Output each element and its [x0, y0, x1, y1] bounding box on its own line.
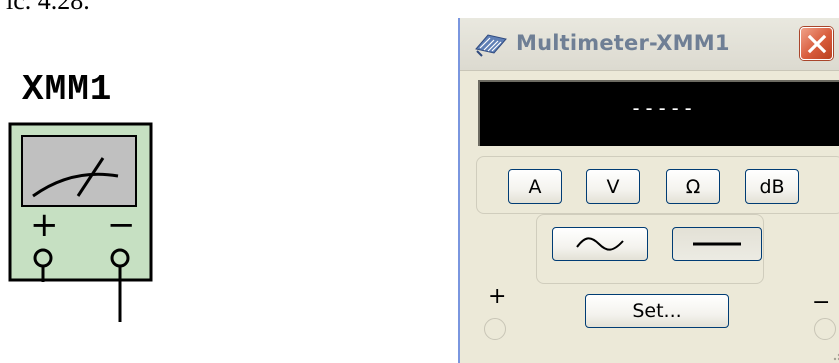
ohmmeter-button[interactable]: Ω [666, 169, 720, 204]
voltmeter-button[interactable]: V [586, 169, 640, 204]
symbol-plus-sign: + [30, 205, 59, 245]
close-button[interactable] [800, 27, 833, 60]
decibel-button[interactable]: dB [745, 169, 799, 204]
multimeter-schematic-symbol[interactable]: + − [0, 110, 170, 325]
plus-terminal-label: + [488, 284, 507, 309]
minus-terminal-label: − [812, 290, 831, 315]
minus-terminal[interactable] [814, 318, 836, 340]
multimeter-window: Multimeter-XMM1 ----- A V Ω dB + − Set..… [458, 18, 839, 363]
ac-wave-icon [576, 237, 624, 251]
symbol-name-label: XMM1 [22, 69, 113, 110]
dc-line-icon [693, 242, 741, 246]
plus-terminal[interactable] [484, 318, 506, 340]
resize-grip-icon[interactable] [832, 348, 839, 362]
dc-mode-button[interactable] [672, 227, 762, 261]
figure-caption-fragment: iс. 4.28. [6, 0, 90, 15]
ammeter-button[interactable]: A [508, 169, 562, 204]
ac-mode-button[interactable] [552, 227, 648, 261]
close-icon [807, 34, 827, 54]
set-button[interactable]: Set... [585, 294, 729, 328]
symbol-minus-sign: − [107, 205, 136, 245]
window-titlebar[interactable]: Multimeter-XMM1 [460, 18, 839, 71]
display-value: ----- [630, 96, 696, 120]
measurement-display: ----- [478, 80, 839, 146]
window-title: Multimeter-XMM1 [516, 31, 730, 55]
multimeter-icon [475, 34, 507, 57]
